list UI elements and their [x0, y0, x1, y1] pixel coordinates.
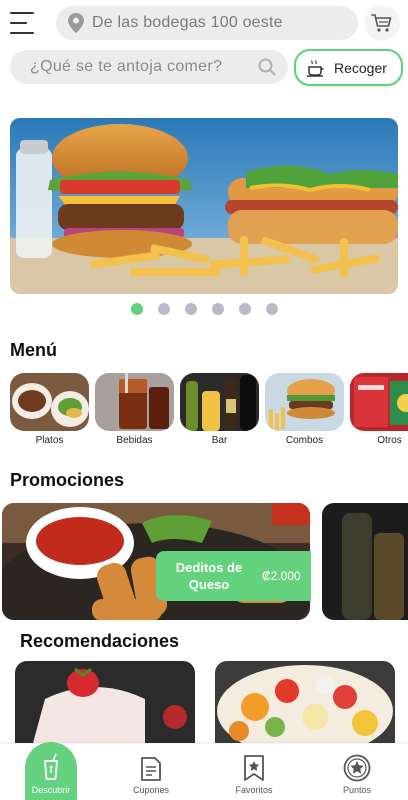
search-icon [258, 58, 276, 76]
nav-label: Descubrir [31, 785, 71, 795]
address-text: De las bodegas 100 oeste [92, 14, 283, 31]
promotions-title: Promociones [10, 470, 125, 490]
category-image [265, 373, 344, 431]
location-pin-icon [68, 13, 84, 33]
carousel-dot[interactable] [130, 303, 143, 315]
menu-title: Menú [10, 340, 57, 360]
category-label: Bar [211, 435, 228, 446]
promo-tag[interactable]: Deditos de Queso ₡2.000 [156, 551, 311, 601]
category-image [180, 373, 259, 431]
menu-categories: Platos Bebidas Bar Combos Otros [10, 373, 408, 446]
category-label: Combos [285, 435, 324, 446]
category-image [95, 373, 174, 431]
puntos-icon [343, 754, 371, 782]
promo-name: Deditos de Queso [175, 560, 243, 592]
hamburger-icon[interactable] [10, 12, 36, 34]
address-selector[interactable]: De las bodegas 100 oeste [56, 6, 358, 40]
promo-price: ₡2.000 [262, 569, 301, 583]
nav-favoritos[interactable]: Favoritos [219, 744, 289, 800]
category-platos[interactable]: Platos [10, 373, 89, 446]
nav-label: Cupones [132, 785, 170, 795]
pickup-label: Recoger [334, 59, 387, 76]
pickup-icon [307, 59, 324, 77]
carousel-dot[interactable] [184, 303, 197, 315]
category-label: Bebidas [116, 435, 153, 446]
recommendations-title: Recomendaciones [20, 631, 180, 651]
carousel-dot[interactable] [211, 303, 224, 315]
search-input[interactable]: ¿Qué se te antoja comer? [10, 50, 288, 84]
category-bebidas[interactable]: Bebidas [95, 373, 174, 446]
banner-image[interactable] [10, 118, 398, 294]
cart-icon [371, 14, 392, 32]
carousel-dot[interactable] [157, 303, 170, 315]
nav-label: Puntos [342, 785, 372, 795]
search-placeholder: ¿Qué se te antoja comer? [30, 58, 223, 75]
carousel-dot[interactable] [265, 303, 278, 315]
pickup-button[interactable]: Recoger [294, 49, 403, 86]
category-otros[interactable]: Otros [350, 373, 408, 446]
category-label: Platos [35, 435, 64, 446]
carousel-dots [0, 303, 408, 315]
category-bar[interactable]: Bar [180, 373, 259, 446]
descubrir-icon [44, 753, 58, 780]
category-image [10, 373, 89, 431]
cupones-icon [141, 757, 161, 781]
nav-descubrir[interactable]: Descubrir [25, 742, 77, 800]
carousel-dot[interactable] [238, 303, 251, 315]
category-combos[interactable]: Combos [265, 373, 344, 446]
cart-button[interactable] [364, 5, 400, 41]
nav-cupones[interactable]: Cupones [116, 744, 186, 800]
category-label: Otros [377, 435, 402, 446]
category-image [350, 373, 408, 431]
promo-card-image[interactable] [322, 503, 408, 620]
nav-label: Favoritos [235, 785, 273, 795]
recommendation-card-image[interactable] [215, 661, 395, 743]
recommendation-card-image[interactable] [15, 661, 195, 743]
nav-puntos[interactable]: Puntos [322, 744, 392, 800]
favoritos-icon [244, 755, 264, 781]
home-screen: De las bodegas 100 oeste ¿Qué se te anto… [0, 0, 408, 800]
